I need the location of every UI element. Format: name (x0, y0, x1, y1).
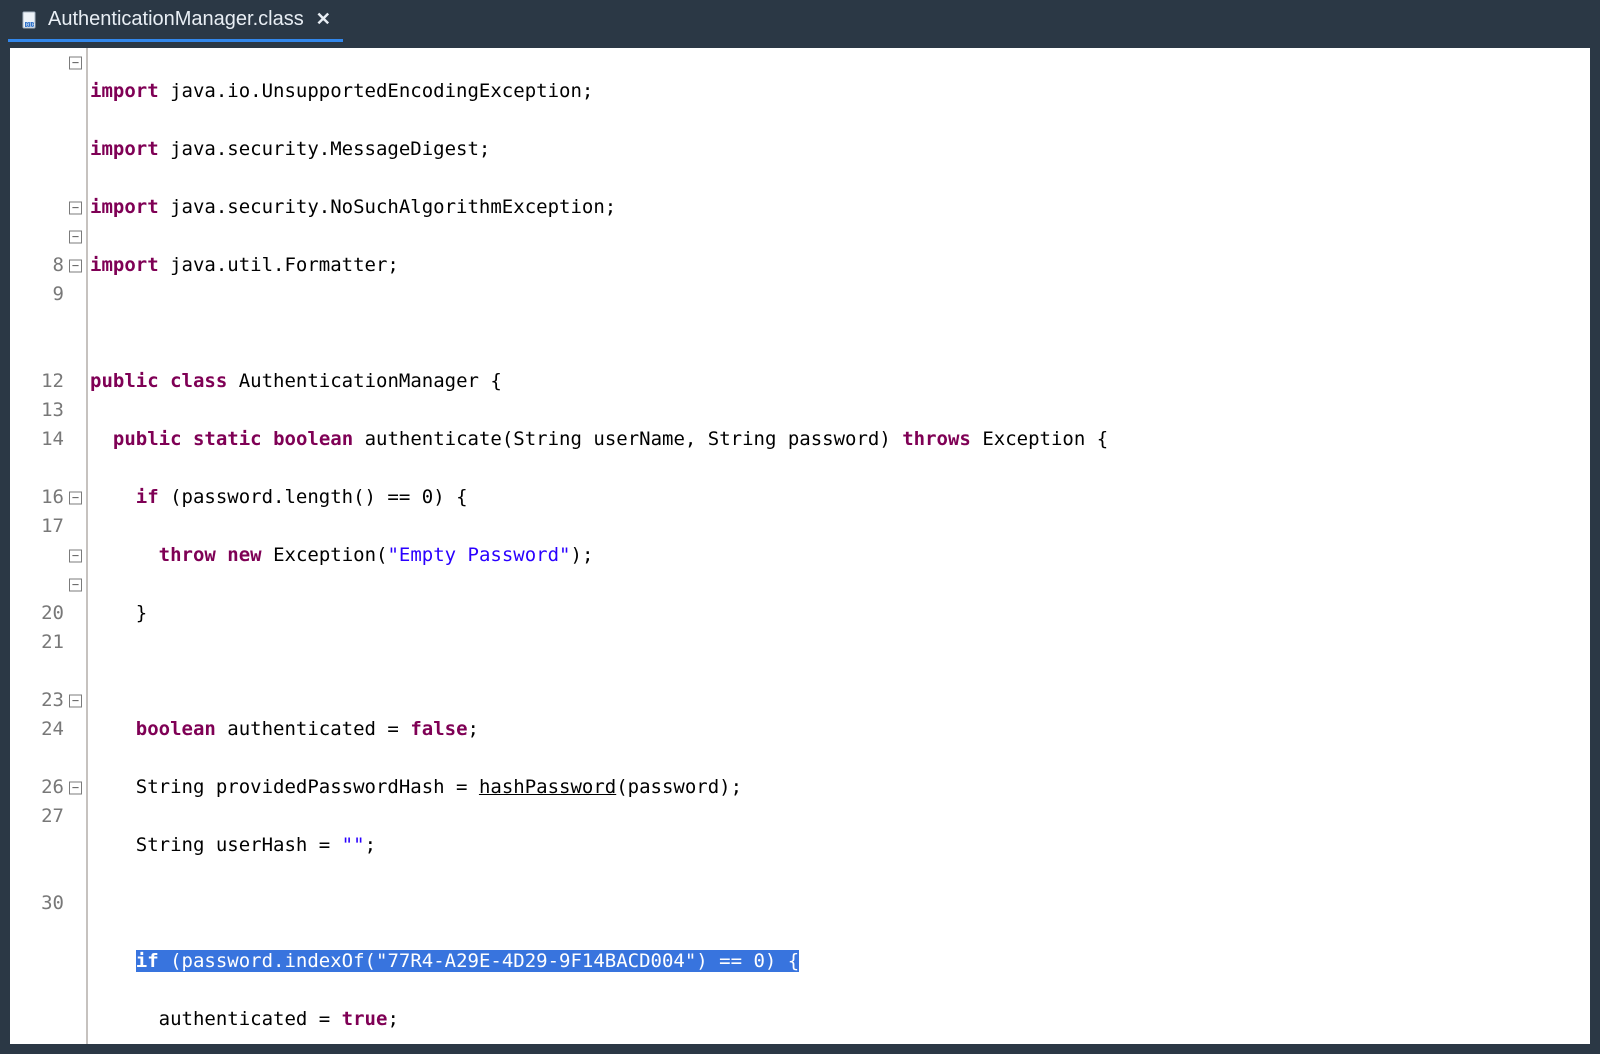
gutter-row: 8− (10, 251, 86, 280)
gutter-row: 21 (10, 628, 86, 657)
gutter-row: − (10, 193, 86, 222)
fold-toggle-icon[interactable]: − (69, 491, 82, 504)
gutter-row: 16− (10, 483, 86, 512)
gutter-row: − (10, 570, 86, 599)
tab-filename: AuthenticationManager.class (48, 8, 304, 31)
fold-toggle-icon[interactable]: − (69, 201, 82, 214)
gutter-row (10, 744, 86, 773)
gutter-row (10, 77, 86, 106)
gutter-row (10, 164, 86, 193)
gutter-row (10, 106, 86, 135)
gutter-row: 20 (10, 599, 86, 628)
gutter-row (10, 454, 86, 483)
gutter-row: 9 (10, 280, 86, 309)
gutter-row: − (10, 541, 86, 570)
tab-bar: 010 AuthenticationManager.class ✕ (0, 0, 1600, 42)
editor-tab[interactable]: 010 AuthenticationManager.class ✕ (8, 0, 343, 42)
gutter-row (10, 309, 86, 338)
gutter: −−−8−912131416−17−−202123−2426−2730 (10, 48, 88, 1044)
fold-toggle-icon[interactable]: − (69, 694, 82, 707)
gutter-row (10, 135, 86, 164)
gutter-row (10, 657, 86, 686)
gutter-row: 17 (10, 512, 86, 541)
fold-toggle-icon[interactable]: − (69, 578, 82, 591)
fold-toggle-icon[interactable]: − (69, 56, 82, 69)
gutter-row (10, 831, 86, 860)
gutter-row (10, 918, 86, 947)
gutter-row: 13 (10, 396, 86, 425)
classfile-icon: 010 (20, 10, 40, 30)
gutter-row: 14 (10, 425, 86, 454)
fold-toggle-icon[interactable]: − (69, 781, 82, 794)
gutter-row: − (10, 48, 86, 77)
gutter-row: 30 (10, 889, 86, 918)
gutter-row: 26− (10, 773, 86, 802)
svg-text:010: 010 (26, 22, 35, 28)
gutter-row: − (10, 222, 86, 251)
close-icon[interactable]: ✕ (312, 9, 331, 30)
gutter-row: 12 (10, 367, 86, 396)
gutter-row: 23− (10, 686, 86, 715)
code-editor[interactable]: −−−8−912131416−17−−202123−2426−2730 impo… (10, 48, 1590, 1044)
gutter-row: 27 (10, 802, 86, 831)
fold-toggle-icon[interactable]: − (69, 549, 82, 562)
fold-toggle-icon[interactable]: − (69, 230, 82, 243)
highlighted-line: if (password.indexOf("77R4-A29E-4D29-9F1… (136, 950, 799, 972)
gutter-row: 24 (10, 715, 86, 744)
gutter-row (10, 860, 86, 889)
gutter-row (10, 338, 86, 367)
code-area[interactable]: import java.io.UnsupportedEncodingExcept… (88, 48, 1590, 1044)
fold-toggle-icon[interactable]: − (69, 259, 82, 272)
